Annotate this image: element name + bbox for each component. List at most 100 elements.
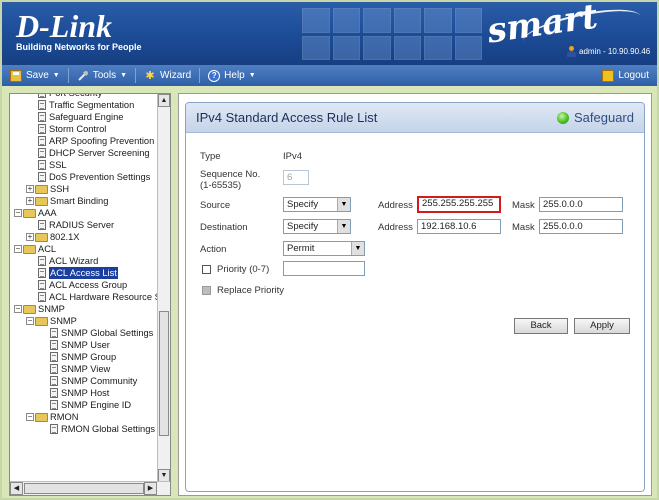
tree-item-label: ARP Spoofing Prevention	[49, 136, 155, 146]
tree-item-label: Safeguard Engine	[49, 112, 124, 122]
tree-item[interactable]: DHCP Server Screening	[10, 147, 158, 159]
folder-icon	[35, 412, 48, 422]
tree-item-label: SNMP User	[61, 340, 110, 350]
tree-item-label: SNMP Group	[61, 352, 117, 362]
tree-item[interactable]: − RMON	[10, 411, 158, 423]
collapse-icon[interactable]: −	[14, 305, 22, 313]
tree-item[interactable]: ACL Access List	[10, 267, 158, 279]
expand-icon[interactable]: +	[26, 233, 34, 241]
collapse-icon[interactable]: −	[14, 209, 22, 217]
collapse-icon[interactable]: −	[26, 413, 34, 421]
chevron-down-icon: ▼	[248, 72, 256, 79]
scroll-thumb[interactable]	[24, 483, 144, 494]
tree-item-label: SNMP	[38, 304, 65, 314]
tree-item-label: SNMP Global Settings	[61, 328, 154, 338]
tree-item[interactable]: + SSH	[10, 183, 158, 195]
destination-mask-input[interactable]: 255.0.0.0	[539, 219, 623, 234]
tree-item[interactable]: − AAA	[10, 207, 158, 219]
logout-button[interactable]: Logout	[594, 65, 657, 86]
tree-item-label: ACL Wizard	[49, 256, 99, 266]
source-address-input[interactable]: 255.255.255.255	[417, 196, 501, 213]
session-text: admin - 10.90.90.46	[579, 47, 651, 56]
tree-item[interactable]: SNMP Host	[10, 387, 158, 399]
help-label: Help	[224, 70, 245, 81]
source-select[interactable]: Specify ▼	[283, 197, 351, 212]
priority-input[interactable]	[283, 261, 365, 276]
tree-item[interactable]: Safeguard Engine	[10, 111, 158, 123]
folder-icon	[23, 244, 36, 254]
tree-item[interactable]: Traffic Segmentation	[10, 99, 158, 111]
tree-item[interactable]: SNMP Engine ID	[10, 399, 158, 411]
app-frame: D-Link Building Networks for People smar…	[2, 2, 657, 498]
page-icon	[38, 256, 46, 266]
tree-item[interactable]: − SNMP	[10, 315, 158, 327]
tree-item[interactable]: + Smart Binding	[10, 195, 158, 207]
tree-item[interactable]: SNMP User	[10, 339, 158, 351]
source-label: Source	[200, 200, 231, 211]
tree-item-label: SSH	[50, 184, 70, 194]
destination-select[interactable]: Specify ▼	[283, 219, 351, 234]
tree-item[interactable]: RMON Global Settings	[10, 423, 158, 435]
expand-icon[interactable]: +	[26, 197, 34, 205]
tree-item[interactable]: +802.1X	[10, 231, 158, 243]
tree-item[interactable]: ACL Access Group	[10, 279, 158, 291]
type-label: Type	[200, 151, 221, 162]
wizard-icon: ✱	[145, 69, 155, 82]
tree-item[interactable]: ACL Wizard	[10, 255, 158, 267]
destination-address-input[interactable]: 192.168.10.6	[417, 219, 501, 234]
expand-icon[interactable]: +	[26, 185, 34, 193]
wizard-button[interactable]: ✱ Wizard	[136, 65, 199, 86]
apply-button[interactable]: Apply	[574, 318, 630, 334]
page-icon	[50, 388, 58, 398]
tree-item-label: SSL	[49, 160, 67, 170]
tree-item[interactable]: SNMP Community	[10, 375, 158, 387]
tree-item-label: SNMP Community	[61, 376, 138, 386]
replace-priority-label: Replace Priority	[217, 285, 285, 296]
tools-menu[interactable]: Tools ▼	[69, 65, 135, 86]
tree-item[interactable]: SSL	[10, 159, 158, 171]
tree-item[interactable]: SNMP View	[10, 363, 158, 375]
type-value: IPv4	[283, 151, 303, 162]
scroll-right-button[interactable]: ▶	[144, 482, 157, 495]
action-select[interactable]: Permit ▼	[283, 241, 365, 256]
replace-priority-checkbox[interactable]	[202, 286, 211, 295]
tree-item[interactable]: DoS Prevention Settings	[10, 171, 158, 183]
page-icon	[50, 400, 58, 410]
collapse-icon[interactable]: −	[26, 317, 34, 325]
tree-horizontal-scrollbar[interactable]: ◀ ▶	[10, 481, 170, 495]
source-address-label: Address	[378, 200, 413, 211]
tree-vertical-scrollbar[interactable]: ▲ ▼	[157, 94, 170, 482]
scroll-left-button[interactable]: ◀	[10, 482, 23, 495]
tree-item[interactable]: Storm Control	[10, 123, 158, 135]
tree-item[interactable]: − ACL	[10, 243, 158, 255]
collapse-icon[interactable]: −	[14, 245, 22, 253]
back-button[interactable]: Back	[514, 318, 568, 334]
tree-item-label: SNMP	[50, 316, 77, 326]
tree-item-label: 802.1X	[50, 232, 80, 242]
page-title: IPv4 Standard Access Rule List	[196, 110, 378, 125]
folder-icon	[35, 184, 48, 194]
scroll-up-button[interactable]: ▲	[158, 94, 170, 107]
logo-tagline: Building Networks for People	[16, 42, 142, 52]
dlink-logo: D-Link Building Networks for People	[16, 10, 142, 52]
tree-item[interactable]: SNMP Group	[10, 351, 158, 363]
acl-rule-card: IPv4 Standard Access Rule List Safeguard…	[185, 102, 645, 492]
tree-item[interactable]: − SNMP	[10, 303, 158, 315]
tree-item[interactable]: RADIUS Server	[10, 219, 158, 231]
tree-item[interactable]: SNMP Global Settings	[10, 327, 158, 339]
source-mask-input[interactable]: 255.0.0.0	[539, 197, 623, 212]
chevron-down-icon: ▼	[337, 198, 350, 211]
tree-item-label: Traffic Segmentation	[49, 100, 135, 110]
help-menu[interactable]: ? Help ▼	[200, 65, 264, 86]
tree-item-label: Storm Control	[49, 124, 107, 134]
scroll-thumb[interactable]	[159, 311, 169, 436]
session-info: admin - 10.90.90.46	[567, 46, 650, 57]
tree-item[interactable]: ACL Hardware Resource St	[10, 291, 163, 303]
chevron-down-icon: ▼	[120, 72, 128, 79]
tree-item[interactable]: ARP Spoofing Prevention	[10, 135, 158, 147]
page-icon	[38, 220, 46, 230]
save-menu[interactable]: Save ▼	[2, 65, 68, 86]
sequence-input[interactable]: 6	[283, 170, 309, 185]
page-icon	[38, 148, 46, 158]
priority-checkbox[interactable]	[202, 265, 211, 274]
